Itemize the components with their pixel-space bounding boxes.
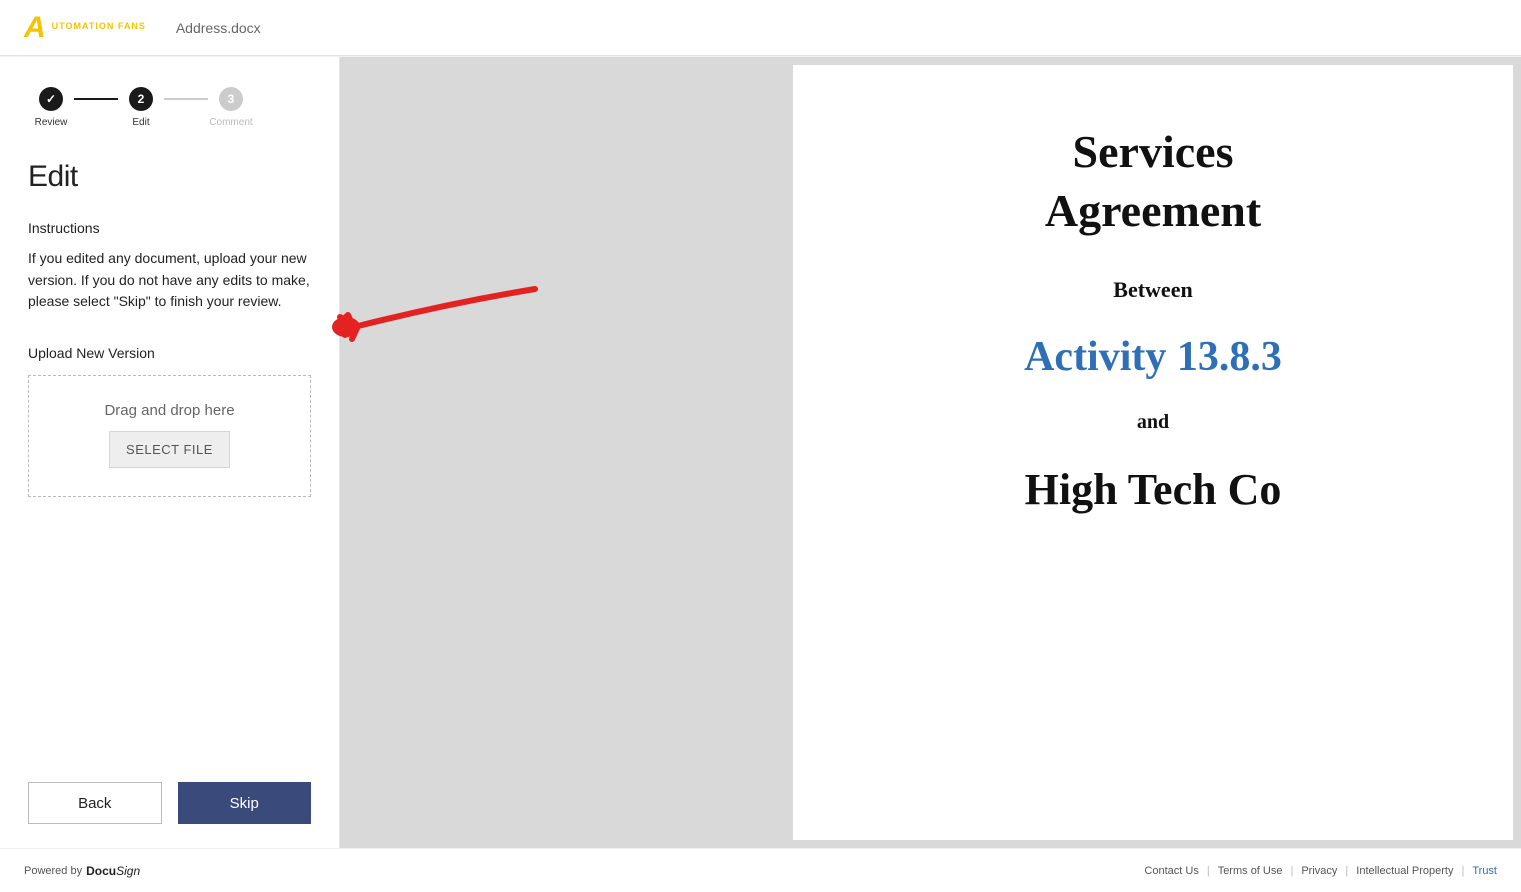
upload-heading: Upload New Version	[28, 345, 311, 361]
footer-sep: |	[1290, 865, 1293, 877]
doc-and: and	[853, 411, 1453, 434]
panel-title: Edit	[28, 160, 311, 194]
powered-by: Powered by DocuSign	[24, 864, 140, 878]
footer: Powered by DocuSign Contact Us | Terms o…	[0, 848, 1521, 892]
docusign-sign: Sign	[116, 864, 140, 878]
upload-dropzone[interactable]: Drag and drop here SELECT FILE	[28, 375, 311, 497]
brand-main: UTOMATION FANS	[52, 22, 146, 31]
docusign-logo: DocuSign	[86, 864, 140, 878]
main: ✓ Review 2 Edit 3 Comment Edit Instructi…	[0, 56, 1521, 848]
instructions-text: If you edited any document, upload your …	[28, 248, 311, 313]
skip-button[interactable]: Skip	[178, 782, 312, 824]
powered-prefix: Powered by	[24, 865, 82, 877]
docusign-docu: Docu	[86, 864, 116, 878]
step-review-circle: ✓	[39, 87, 63, 111]
instructions-heading: Instructions	[28, 220, 311, 236]
step-line-1	[74, 98, 118, 100]
step-edit-circle: 2	[129, 87, 153, 111]
footer-sep: |	[1207, 865, 1210, 877]
brand-a-icon: A	[24, 13, 46, 43]
doc-title-line2: Agreement	[853, 184, 1453, 237]
stepper: ✓ Review 2 Edit 3 Comment	[28, 87, 311, 128]
doc-party-1: Activity 13.8.3	[853, 333, 1453, 381]
dropzone-text: Drag and drop here	[39, 402, 300, 419]
footer-sep: |	[1461, 865, 1464, 877]
brand-text: UTOMATION FANS	[52, 22, 146, 33]
step-line-2	[164, 98, 208, 100]
doc-party-2: High Tech Co	[853, 464, 1453, 515]
left-panel: ✓ Review 2 Edit 3 Comment Edit Instructi…	[0, 57, 340, 848]
panel-actions: Back Skip	[28, 782, 311, 824]
step-review-label: Review	[35, 117, 68, 128]
doc-between: Between	[853, 277, 1453, 303]
step-edit-label: Edit	[132, 117, 149, 128]
footer-sep: |	[1345, 865, 1348, 877]
footer-link-ip[interactable]: Intellectual Property	[1356, 865, 1453, 877]
back-button[interactable]: Back	[28, 782, 162, 824]
footer-link-terms[interactable]: Terms of Use	[1218, 865, 1283, 877]
document-name: Address.docx	[176, 20, 261, 36]
step-review[interactable]: ✓ Review	[28, 87, 74, 128]
footer-link-privacy[interactable]: Privacy	[1301, 865, 1337, 877]
brand-logo[interactable]: A UTOMATION FANS	[24, 13, 146, 43]
select-file-button[interactable]: SELECT FILE	[109, 431, 230, 468]
step-comment-circle: 3	[219, 87, 243, 111]
footer-link-contact[interactable]: Contact Us	[1144, 865, 1198, 877]
check-icon: ✓	[46, 92, 56, 106]
step-comment: 3 Comment	[208, 87, 254, 128]
document-page: Services Agreement Between Activity 13.8…	[793, 65, 1513, 840]
step-edit[interactable]: 2 Edit	[118, 87, 164, 128]
topbar: A UTOMATION FANS Address.docx	[0, 0, 1521, 56]
footer-links: Contact Us | Terms of Use | Privacy | In…	[1144, 865, 1497, 877]
doc-title-line1: Services	[853, 125, 1453, 178]
footer-link-trust[interactable]: Trust	[1472, 865, 1497, 877]
document-preview-area[interactable]: Services Agreement Between Activity 13.8…	[340, 57, 1521, 848]
step-comment-label: Comment	[209, 117, 252, 128]
